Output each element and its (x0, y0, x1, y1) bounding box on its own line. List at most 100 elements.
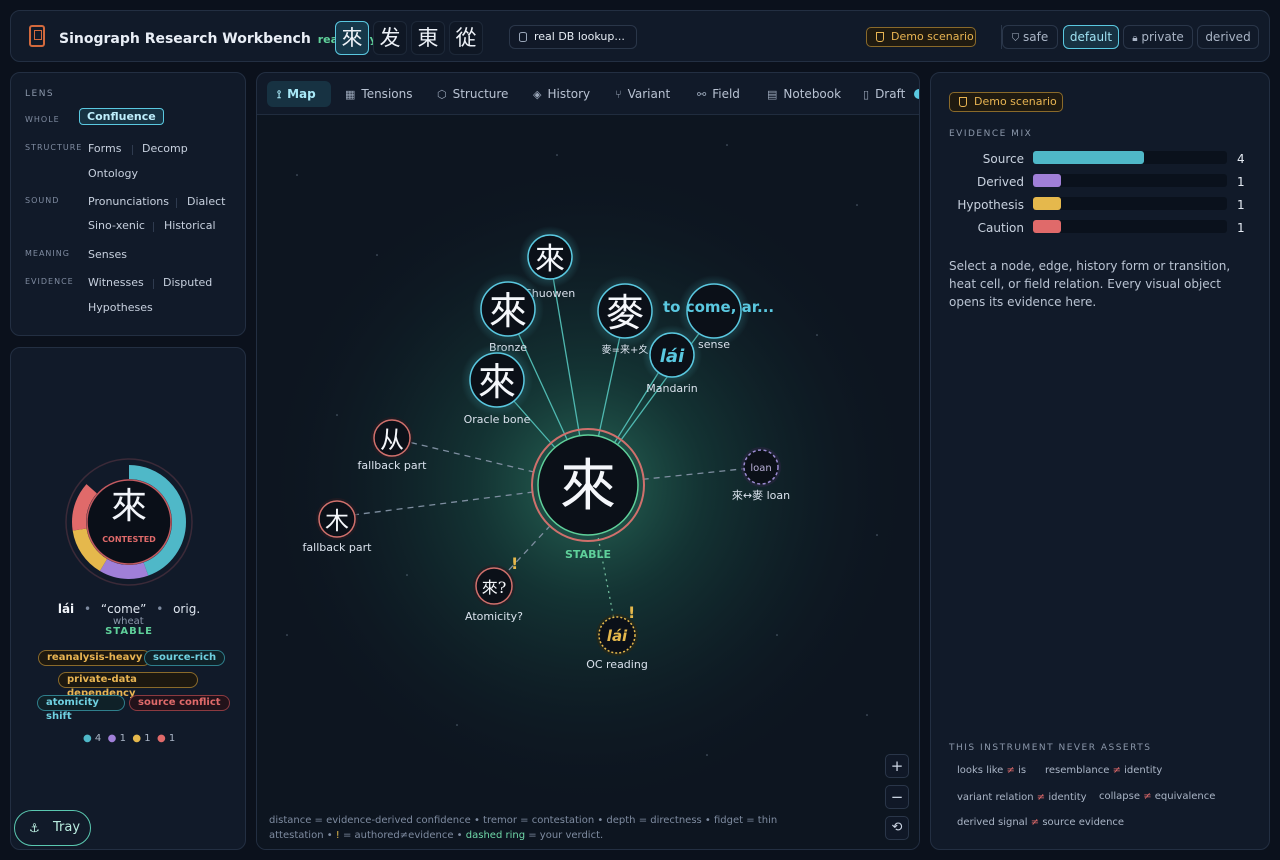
never-asserts-title: THIS INSTRUMENT NEVER ASSERTS (949, 743, 1152, 753)
app-logo-icon (29, 25, 45, 47)
node-glyph: 來 (489, 289, 527, 333)
tab-tensions[interactable]: ▦ Tensions (345, 81, 412, 107)
legend-line-1: distance = evidence-derived confidence •… (269, 815, 778, 826)
tag-reanalysis-heavy[interactable]: reanalysis-heavy (38, 650, 152, 666)
evidence-mix-title: EVIDENCE MIX (949, 129, 1033, 139)
lens-dialect[interactable]: Dialect (187, 195, 225, 208)
lens-pronunciations[interactable]: Pronunciations (88, 195, 169, 208)
lens-hypotheses[interactable]: Hypotheses (88, 301, 153, 314)
bar-track-hypothesis (1033, 197, 1227, 210)
tab-structure[interactable]: ⬡ Structure (437, 81, 508, 107)
confluence-map[interactable]: 來 STABLE 來 Shuowen 來 Bronze 來 Oracle bon… (257, 115, 920, 850)
legend-line-2e: = your verdict. (525, 830, 604, 841)
tag-source-conflict[interactable]: source conflict (129, 695, 230, 711)
bar-track-source (1033, 151, 1227, 164)
tab-field[interactable]: ⚯ Field (697, 81, 740, 107)
tray-button[interactable]: Tray (14, 810, 91, 846)
tag-private-data[interactable]: private-data dependency (58, 672, 198, 699)
lens-historical[interactable]: Historical (164, 219, 216, 232)
assert-1-left: looks like (957, 765, 1004, 776)
lens-forms[interactable]: Forms (88, 142, 121, 155)
map-icon: ⟟ (277, 88, 282, 101)
character-card: 來 CONTESTED lái • “come” • orig. STABLE … (10, 347, 246, 850)
count-caution: 1 (168, 733, 176, 744)
network-icon: ⚯ (697, 88, 707, 101)
node-glyph: lái (660, 346, 685, 367)
node-oracle-bone[interactable]: 來 Oracle bone (461, 344, 533, 426)
shield-icon: ⛉ (1011, 33, 1020, 44)
node-label: OC reading (586, 658, 648, 671)
demo-scenario-badge[interactable]: Demo scenario (866, 27, 976, 47)
privacy-safe-button[interactable]: ⛉ safe (1002, 25, 1058, 49)
dot-hypothesis-icon: ● (132, 733, 142, 744)
tab-history-label: History (547, 87, 591, 101)
tab-draft-label: Draft (875, 87, 906, 101)
divider (132, 145, 133, 155)
center-status: STABLE (565, 548, 611, 561)
tag-source-rich[interactable]: source-rich (144, 650, 226, 666)
node-glyph: 木 (325, 507, 349, 535)
lock-icon: 🔒︎ (1132, 33, 1138, 44)
privacy-safe-label: safe (1023, 30, 1049, 44)
divider (153, 279, 154, 289)
zoom-out-button[interactable]: − (885, 785, 909, 809)
assert-3-right: identity (1048, 792, 1087, 803)
assert-4-left: collapse (1099, 791, 1141, 802)
app-header: Sinograph Research Workbench read-only 來… (10, 10, 1270, 62)
branch-icon: ⑂ (615, 88, 622, 101)
tab-structure-label: Structure (452, 87, 509, 101)
evidence-panel: Demo scenario EVIDENCE MIX Source 4 Deri… (930, 72, 1270, 850)
tab-draft[interactable]: ▯ Draft (863, 81, 905, 107)
bar-value-hypothesis: 1 (1237, 198, 1245, 212)
assert-3-left: variant relation (957, 792, 1034, 803)
count-hypothesis: 1 (144, 733, 151, 744)
zoom-in-button[interactable]: + (885, 754, 909, 778)
node-label: 麥=来+夊 (602, 343, 649, 356)
lens-category-whole: WHOLE (25, 115, 60, 124)
lens-disputed[interactable]: Disputed (163, 276, 212, 289)
dot-caution-icon: ● (156, 733, 166, 744)
authored-warning-icon: ! (628, 603, 635, 622)
tab-field-label: Field (712, 87, 740, 101)
legend-line-2c: = authored≠evidence • (339, 830, 466, 841)
tab-notebook[interactable]: ▤ Notebook (767, 81, 841, 107)
lens-witnesses[interactable]: Witnesses (88, 276, 144, 289)
lens-title: LENS (25, 89, 55, 99)
app-title: Sinograph Research Workbench read-only (59, 31, 377, 47)
gloss: “come” (100, 602, 147, 616)
bar-fill-source (1033, 151, 1144, 164)
tab-map[interactable]: ⟟ Map (267, 81, 331, 107)
evidence-ring[interactable]: 來 CONTESTED (63, 456, 195, 588)
lens-confluence[interactable]: Confluence (79, 108, 164, 125)
db-lookup-button[interactable]: real DB lookup... (509, 25, 637, 49)
node-mandarin[interactable]: lái Mandarin (642, 325, 702, 395)
privacy-private-button[interactable]: 🔒︎ private (1123, 25, 1193, 49)
tag-atomicity-shift[interactable]: atomicity shift (37, 695, 125, 722)
node-label: Oracle bone (464, 413, 531, 426)
assert-4: collapse ≠ equivalence (1099, 791, 1216, 802)
node-label: 來↔麥 loan (732, 489, 790, 502)
tab-variant[interactable]: ⑂ Variant (615, 81, 670, 107)
demo-scenario-badge[interactable]: Demo scenario (949, 92, 1063, 112)
glyph-tab-2[interactable]: 发 (373, 21, 407, 55)
database-icon (519, 32, 527, 42)
bar-value-source: 4 (1237, 152, 1245, 166)
lens-sino-xenic[interactable]: Sino-xenic (88, 219, 145, 232)
db-lookup-label: real DB lookup... (534, 30, 625, 43)
tab-map-label: Map (287, 87, 316, 101)
privacy-default-button[interactable]: default (1063, 25, 1119, 49)
legend-line-2a: attestation • (269, 830, 336, 841)
tab-history[interactable]: ◈ History (533, 81, 590, 107)
glyph-tab-4[interactable]: 從 (449, 21, 483, 55)
tray-label: Tray (53, 820, 81, 835)
bar-label-hypothesis: Hypothesis (957, 198, 1024, 212)
assert-3: variant relation ≠ identity (957, 792, 1087, 803)
glyph-tab-3[interactable]: 東 (411, 21, 445, 55)
count-source: 4 (94, 733, 102, 744)
privacy-derived-button[interactable]: derived (1197, 25, 1259, 49)
reset-view-icon[interactable]: ⟲ (885, 816, 909, 840)
lens-ontology[interactable]: Ontology (88, 167, 138, 180)
lens-decomp[interactable]: Decomp (142, 142, 188, 155)
lens-senses[interactable]: Senses (88, 248, 127, 261)
glyph-tab-1[interactable]: 來 (335, 21, 369, 55)
